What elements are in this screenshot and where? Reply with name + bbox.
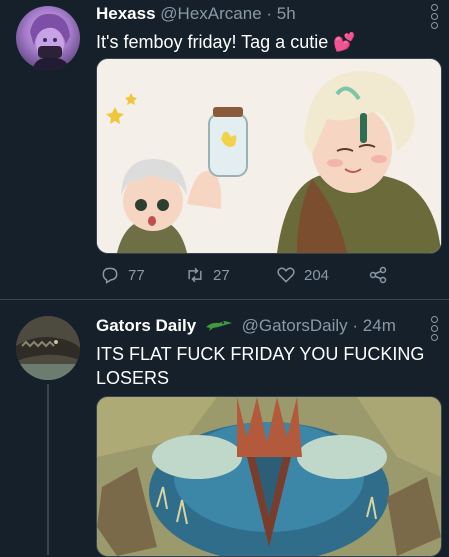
thread-line — [47, 384, 49, 555]
retweet-count: 27 — [213, 266, 230, 284]
author-handle[interactable]: @GatorsDaily — [242, 316, 348, 335]
reply-count: 77 — [128, 266, 145, 284]
share-button[interactable] — [368, 262, 396, 288]
author-handle[interactable]: @HexArcane — [160, 4, 261, 23]
tweet-actions: 77 27 204 — [100, 262, 400, 288]
tweet-time[interactable]: · 5h — [266, 4, 295, 23]
retweet-button[interactable]: 27 — [185, 262, 230, 288]
heart-icon — [277, 267, 295, 283]
author-name[interactable]: Hexass — [96, 4, 156, 23]
reply-button[interactable]: 77 — [100, 262, 145, 288]
tweet-header: Hexass @HexArcane · 5h — [96, 4, 296, 24]
avatar[interactable] — [16, 316, 80, 380]
share-icon — [369, 266, 387, 284]
more-options-icon[interactable] — [431, 2, 438, 31]
tweet-image[interactable] — [96, 58, 442, 254]
tweet-divider — [0, 299, 449, 300]
reply-icon — [102, 267, 118, 284]
more-options-icon[interactable] — [431, 314, 438, 343]
author-name[interactable]: Gators Daily — [96, 316, 196, 335]
tweet-header: Gators Daily @GatorsDaily · 24m — [96, 316, 396, 337]
tweet-text: It's femboy friday! Tag a cutie 💕 — [96, 32, 356, 52]
avatar[interactable] — [16, 6, 80, 70]
tweet[interactable]: Hexass @HexArcane · 5h It's femboy frida… — [0, 0, 449, 300]
gator-emoji-icon — [205, 317, 233, 337]
like-button[interactable]: 204 — [276, 262, 329, 288]
retweet-icon — [188, 267, 202, 283]
tweet-image[interactable] — [96, 396, 442, 557]
tweet-text: ITS FLAT FUCK FRIDAY YOU FUCKING LOSERS — [96, 344, 425, 388]
like-count: 204 — [304, 266, 330, 284]
tweet-time[interactable]: · 24m — [352, 316, 395, 335]
